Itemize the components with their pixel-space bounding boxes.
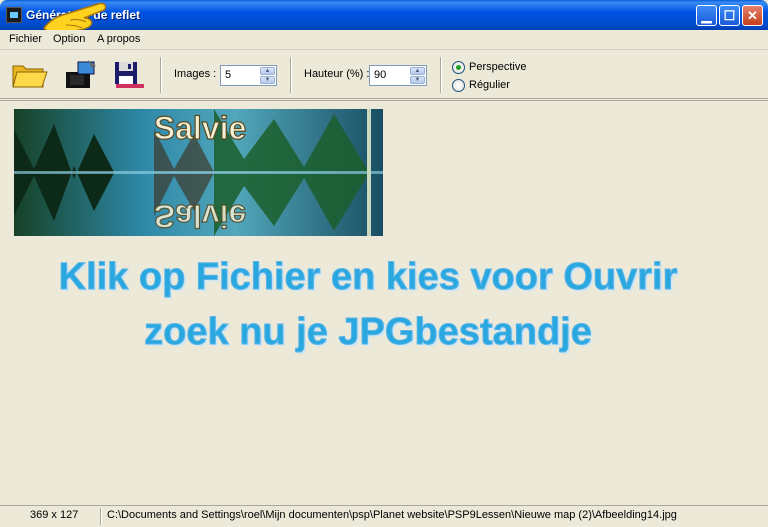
preview-image: Salvie Salvie bbox=[14, 109, 383, 236]
toolbar-separator bbox=[440, 57, 442, 93]
instruction-line-1: Klik op Fichier en kies voor Ouvrir bbox=[58, 256, 678, 299]
status-dimensions: 369 x 127 bbox=[30, 509, 79, 521]
status-bar: 369 x 127 C:\Documents and Settings\roel… bbox=[0, 505, 768, 527]
radio-regulier-label[interactable]: Régulier bbox=[469, 79, 510, 91]
menu-a-propos[interactable]: A propos bbox=[97, 33, 140, 45]
hauteur-spinner-arrows[interactable]: ▲ ▼ bbox=[410, 67, 425, 84]
spin-up-icon[interactable]: ▲ bbox=[260, 67, 275, 75]
menu-fichier[interactable]: Fichier bbox=[9, 33, 42, 45]
close-button[interactable]: ✕ bbox=[742, 5, 763, 26]
status-separator bbox=[100, 508, 102, 525]
maximize-button[interactable]: ☐ bbox=[719, 5, 740, 26]
toolbar: Images : 5 ▲ ▼ Hauteur (%) : 90 ▲ ▼ Pers… bbox=[0, 51, 768, 99]
preview-title: Salvie bbox=[154, 110, 247, 146]
preview-reflection: Salvie bbox=[154, 198, 247, 234]
menu-bar: Fichier Option A propos bbox=[0, 30, 768, 50]
spin-down-icon[interactable]: ▼ bbox=[410, 76, 425, 84]
status-path: C:\Documents and Settings\roel\Mijn docu… bbox=[107, 509, 677, 521]
images-label: Images : bbox=[174, 68, 217, 80]
spin-up-icon[interactable]: ▲ bbox=[410, 67, 425, 75]
content-area: Salvie Salvie Klik op Fichier en kies vo… bbox=[0, 100, 768, 505]
hauteur-spinner[interactable]: 90 ▲ ▼ bbox=[369, 65, 427, 86]
pointing-hand-icon bbox=[43, 2, 107, 33]
save-icon bbox=[115, 62, 144, 88]
radio-perspective[interactable] bbox=[452, 61, 465, 74]
title-bar[interactable]: Générateur de reflet ▁ ☐ ✕ bbox=[0, 0, 768, 33]
minimize-button[interactable]: ▁ bbox=[696, 5, 717, 26]
maximize-icon: ☐ bbox=[723, 8, 736, 23]
minimize-icon: ▁ bbox=[701, 8, 712, 23]
app-icon[interactable] bbox=[6, 7, 22, 23]
radio-perspective-label[interactable]: Perspective bbox=[469, 61, 526, 73]
spin-down-icon[interactable]: ▼ bbox=[260, 76, 275, 84]
hauteur-label: Hauteur (%) : bbox=[304, 68, 370, 80]
open-folder-icon bbox=[12, 65, 48, 88]
save-button[interactable] bbox=[110, 56, 148, 92]
camera-icon bbox=[66, 60, 96, 88]
images-spinner[interactable]: 5 ▲ ▼ bbox=[220, 65, 277, 86]
hauteur-value[interactable]: 90 bbox=[374, 69, 386, 81]
toolbar-separator bbox=[160, 57, 162, 93]
images-spinner-arrows[interactable]: ▲ ▼ bbox=[260, 67, 275, 84]
instruction-line-2: zoek nu je JPGbestandje bbox=[144, 311, 593, 354]
radio-regulier[interactable] bbox=[452, 79, 465, 92]
images-value[interactable]: 5 bbox=[225, 69, 231, 81]
menu-option[interactable]: Option bbox=[53, 33, 85, 45]
toolbar-separator bbox=[290, 57, 292, 93]
close-icon: ✕ bbox=[747, 8, 758, 23]
capture-button[interactable] bbox=[62, 56, 100, 92]
open-button[interactable] bbox=[10, 56, 48, 92]
